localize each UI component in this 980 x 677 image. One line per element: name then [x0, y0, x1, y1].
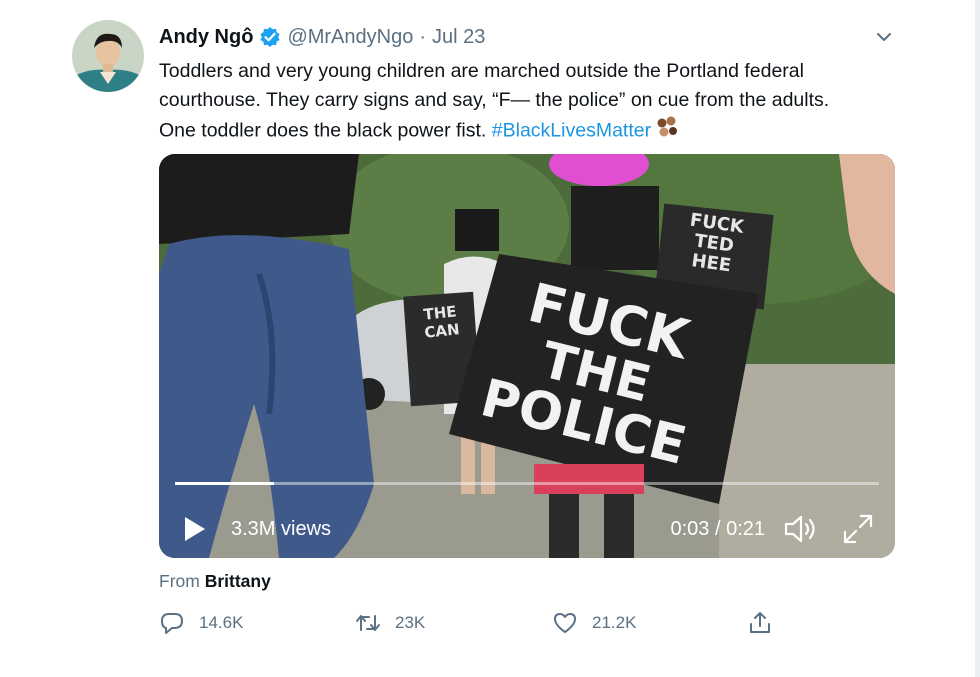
reply-button[interactable]: 14.6K [159, 610, 243, 636]
tweet-text-line: One toddler does the black power fist. #… [159, 114, 899, 149]
share-icon [750, 612, 770, 633]
share-button[interactable] [747, 610, 787, 636]
volume-icon[interactable] [783, 513, 819, 545]
hashtag-link[interactable]: #BlackLivesMatter [492, 119, 651, 141]
play-icon[interactable] [181, 514, 209, 544]
back-sign-text: FUCK TED HEE [665, 208, 762, 280]
chevron-down-icon[interactable] [873, 26, 895, 48]
like-count: 21.2K [592, 613, 637, 632]
video-progress-bar[interactable] [175, 482, 879, 485]
tweet-date[interactable]: Jul 23 [432, 26, 485, 49]
author-handle[interactable]: @MrAndyNgo [287, 26, 413, 49]
attribution-source-link[interactable]: Brittany [205, 571, 271, 591]
author-name[interactable]: Andy Ngô [159, 26, 253, 49]
right-border [975, 0, 980, 677]
separator-dot: · [419, 25, 427, 48]
retweet-icon [356, 615, 380, 631]
video-progress-fill [175, 482, 274, 485]
left-sign-text: THE CAN [409, 301, 472, 343]
avatar[interactable] [72, 20, 144, 92]
fist-emoji-icon [654, 114, 680, 149]
reply-icon [161, 613, 183, 634]
verified-badge-icon [259, 26, 281, 48]
like-button[interactable]: 21.2K [552, 610, 636, 636]
tweet-text: Toddlers and very young children are mar… [159, 57, 899, 149]
reply-count: 14.6K [199, 613, 244, 632]
fullscreen-icon[interactable] [841, 512, 875, 546]
video-time: 0:03 / 0:21 [670, 518, 765, 540]
video-player[interactable]: FUCK THE POLICE FUCK TED HEE THE CAN 3.3… [159, 154, 895, 558]
tweet-header: Andy Ngô @MrAndyNgo · Jul 23 [159, 23, 485, 51]
video-attribution: From Brittany [159, 571, 271, 592]
heart-icon [554, 613, 576, 633]
tweet-text-line: Toddlers and very young children are mar… [159, 60, 804, 82]
view-count: 3.3M views [231, 518, 332, 540]
retweet-button[interactable]: 23K [355, 610, 425, 636]
retweet-count: 23K [395, 613, 426, 632]
tweet-text-line: courthouse. They carry signs and say, “F… [159, 88, 830, 111]
attribution-prefix: From [159, 571, 205, 591]
tweet-text-fragment: One toddler does the black power fist. [159, 119, 492, 142]
